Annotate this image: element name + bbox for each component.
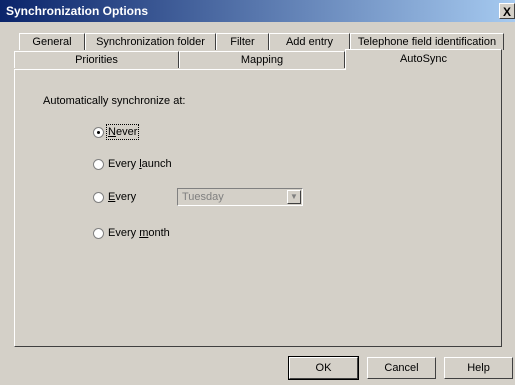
tab-label: AutoSync bbox=[399, 53, 448, 65]
tab-autosync[interactable]: AutoSync bbox=[345, 49, 502, 70]
tab-label: Filter bbox=[230, 36, 255, 48]
weekday-select-value: Tuesday bbox=[182, 191, 224, 203]
autosync-panel: Automatically synchronize at: Never Ever… bbox=[14, 69, 502, 347]
sync-options-dialog: Synchronization Options X General Synchr… bbox=[0, 0, 515, 385]
tab-mapping[interactable]: Mapping bbox=[179, 51, 345, 68]
ok-button[interactable]: OK bbox=[288, 356, 359, 380]
tab-synchronization-folder[interactable]: Synchronization folder bbox=[85, 33, 216, 50]
radio-checked-icon[interactable] bbox=[93, 126, 104, 138]
radio-unchecked-icon[interactable] bbox=[93, 158, 104, 170]
radio-label-every-month: Every month bbox=[108, 227, 170, 240]
tab-label: Telephone field identification bbox=[357, 36, 497, 48]
radio-label-every-launch: Every launch bbox=[108, 158, 172, 171]
tab-priorities[interactable]: Priorities bbox=[14, 51, 179, 68]
window-title: Synchronization Options bbox=[6, 4, 149, 18]
radio-never[interactable]: Never bbox=[93, 124, 140, 141]
tab-label: Synchronization folder bbox=[96, 36, 205, 48]
tab-telephone-field-identification[interactable]: Telephone field identification bbox=[350, 33, 504, 50]
autosync-heading: Automatically synchronize at: bbox=[43, 95, 186, 107]
cancel-button[interactable]: Cancel bbox=[367, 357, 436, 379]
radio-every-launch[interactable]: Every launch bbox=[93, 156, 172, 172]
tab-general[interactable]: General bbox=[19, 33, 85, 50]
radio-label-every: Every bbox=[108, 191, 137, 204]
weekday-select[interactable]: Tuesday ▼ bbox=[177, 188, 303, 206]
tab-label: Priorities bbox=[75, 54, 118, 66]
tab-label: General bbox=[32, 36, 72, 48]
tab-label: Add entry bbox=[285, 36, 334, 48]
tab-add-entry[interactable]: Add entry bbox=[269, 33, 350, 50]
help-button[interactable]: Help bbox=[444, 357, 513, 379]
radio-every-month[interactable]: Every month bbox=[93, 225, 170, 241]
radio-unchecked-icon[interactable] bbox=[93, 191, 104, 203]
tab-filter[interactable]: Filter bbox=[216, 33, 269, 50]
title-bar[interactable]: Synchronization Options X bbox=[0, 0, 515, 22]
close-button[interactable]: X bbox=[499, 3, 515, 19]
radio-label-never: Never bbox=[105, 124, 140, 141]
radio-unchecked-icon[interactable] bbox=[93, 227, 104, 239]
radio-every[interactable]: Every bbox=[93, 189, 136, 205]
chevron-down-icon[interactable]: ▼ bbox=[287, 190, 301, 204]
tab-label: Mapping bbox=[240, 54, 284, 66]
